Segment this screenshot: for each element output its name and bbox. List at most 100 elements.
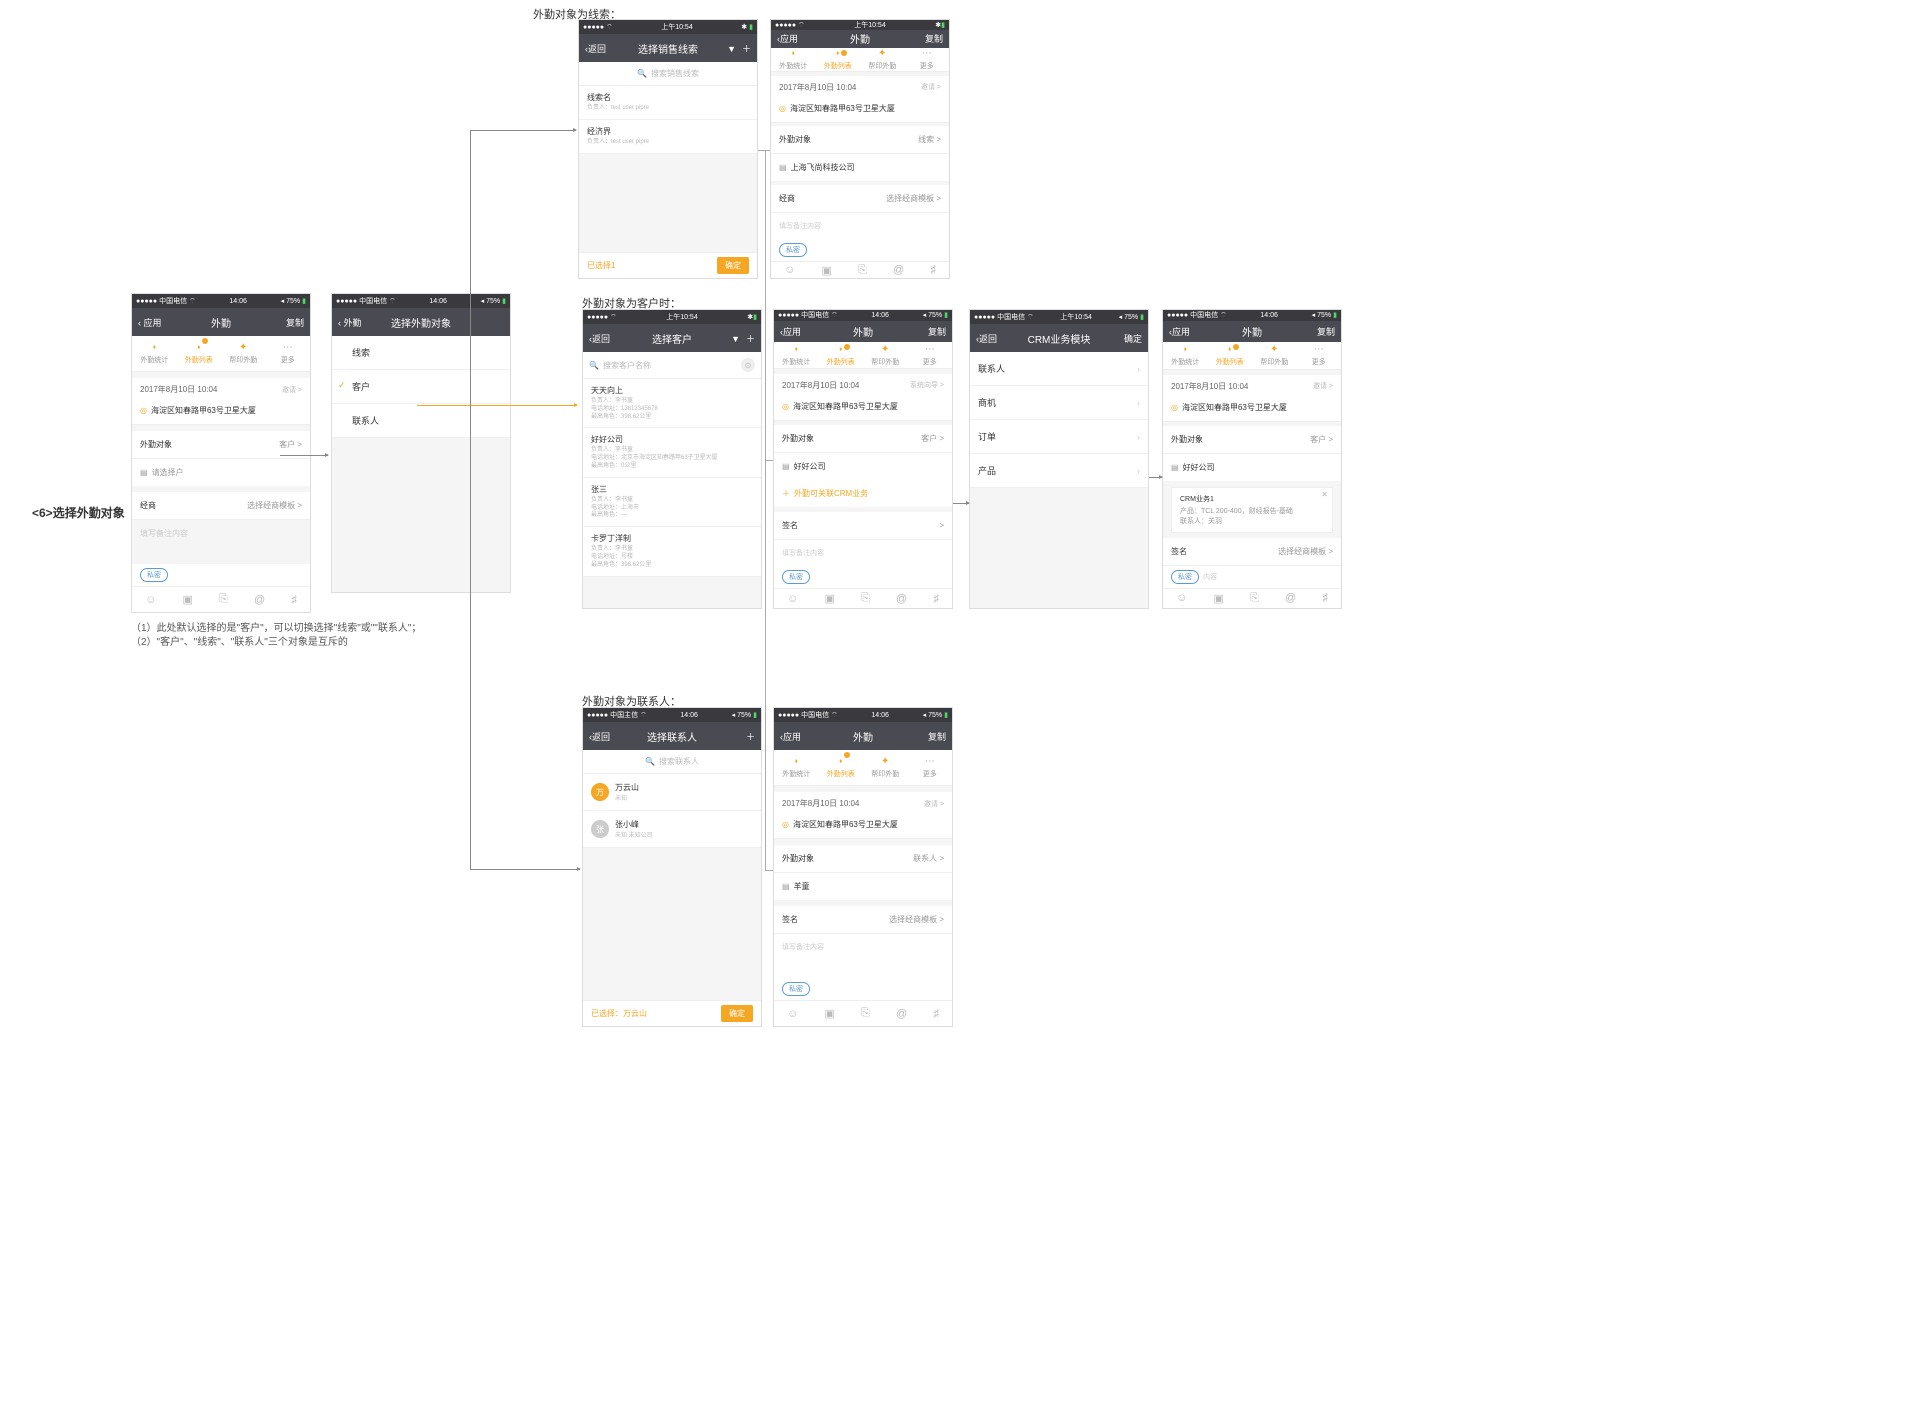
copy-button[interactable]: 复制 (1295, 325, 1335, 338)
remark-header[interactable]: 经商选择经商模板 > (132, 492, 310, 520)
tab-list[interactable]: ⬪外勤列表 (177, 336, 222, 371)
close-icon[interactable]: ✕ (1321, 490, 1328, 499)
option-contact[interactable]: 联系人 (332, 404, 510, 438)
selected-lead[interactable]: ▤上海飞尚科技公司 (771, 154, 949, 181)
back-button[interactable]: ‹返回 (589, 730, 629, 743)
phone-lead-selected: ●●●●● ⌔上午10:54✱▮ ‹应用外勤复制 ⬪外勤统计⬪外勤列表✦帮印外勤… (770, 19, 950, 279)
navbar: ‹ 外勤 选择外勤对象 (332, 308, 510, 336)
flow-arrow (470, 130, 576, 131)
image-icon[interactable]: ▣ (182, 593, 192, 606)
phone-contact-list: ●●●●●中国主信⌔14:06◂75%▮ ‹返回选择联系人＋ 🔍搜索联系人 万万… (582, 707, 762, 1027)
customer-item[interactable]: 张三负责人：李书童电话地址：上海市最高角色：— (583, 478, 761, 527)
phone-base: ●●●●●中国电信⌔ 14:06 ◂75%▮ ‹ 应用 外勤 复制 ⬪外勤统计 … (131, 293, 311, 613)
back-button[interactable]: ‹ 外勤 (338, 316, 378, 329)
crm-products[interactable]: 产品› (970, 454, 1148, 488)
private-pill[interactable]: 私密 (140, 568, 168, 582)
tab-more[interactable]: ⋯更多 (266, 336, 311, 371)
emoji-icon[interactable]: ☺ (145, 594, 156, 606)
back-button[interactable]: ‹返回 (585, 42, 625, 55)
connector (765, 460, 773, 461)
crm-contacts[interactable]: 联系人› (970, 352, 1148, 386)
at-icon[interactable]: @ (254, 594, 265, 606)
phone-customer-crm-filled: ●●●●●中国电信⌔14:06◂75%▮ ‹应用外勤复制 ⬪外勤统计⬪外勤列表✦… (1162, 309, 1342, 609)
object-body[interactable]: ▤请选择户 (132, 459, 310, 486)
connector (765, 150, 766, 870)
back-button[interactable]: ‹应用 (780, 730, 820, 743)
filter-icon[interactable]: ▼ (731, 334, 740, 344)
tab-stats[interactable]: ⬪外勤统计 (132, 336, 177, 371)
connector (470, 130, 471, 869)
flow-arrow (280, 455, 328, 456)
copy-button[interactable]: 复制 (264, 316, 304, 329)
navbar: ‹返回 选择销售线索 ▼＋ (579, 34, 757, 62)
add-icon[interactable]: ＋ (715, 730, 755, 743)
phone-contact-selected: ●●●●●中国电信⌔14:06◂75%▮ ‹应用外勤复制 ⬪外勤统计⬪外勤列表✦… (773, 707, 953, 1027)
phone-lead-list: ●●●●● ⌔上午10:54✱▮ ‹返回 选择销售线索 ▼＋ 🔍搜索销售线索 线… (578, 19, 758, 279)
copy-button[interactable]: 复制 (903, 32, 943, 45)
location-icon: ◎ (140, 406, 147, 415)
bottom-bar: ☺ ▣ ⎘ @ ♯ (132, 586, 310, 612)
voice-icon[interactable]: ⊙ (741, 358, 755, 372)
back-button[interactable]: ‹应用 (777, 32, 817, 45)
object-header[interactable]: 外勤对象客户 > (774, 425, 952, 453)
status-bar: ●●●●●中国电信⌔ 14:06 ◂75%▮ (332, 294, 510, 308)
phone-crm-modules: ●●●●●中国电信⌔上午10:54◂75%▮ ‹返回CRM业务模块确定 联系人›… (969, 309, 1149, 609)
object-header[interactable]: 外勤对象线索 > (771, 126, 949, 154)
back-button[interactable]: ‹应用 (780, 325, 820, 338)
footer-bar: 已选择：万云山确定 (583, 1000, 761, 1026)
confirm-button[interactable]: 确定 (717, 257, 749, 274)
copy-button[interactable]: 复制 (906, 325, 946, 338)
connector (765, 870, 773, 871)
avatar: 张 (591, 820, 609, 838)
confirm-button[interactable]: 确定 (721, 1005, 753, 1022)
datetime-row: 2017年8月10日 10:04邀请 > (132, 378, 310, 401)
search-icon: 🔍 (645, 757, 655, 766)
hash-icon[interactable]: ♯ (291, 594, 297, 606)
plus-icon: ＋ (782, 488, 790, 499)
footer-bar: 已选择1确定 (579, 252, 757, 278)
phone-customer-selected: ●●●●●中国电信⌔14:06◂75%▮ ‹应用外勤复制 ⬪外勤统计⬪外勤列表✦… (773, 309, 953, 609)
selected-customer[interactable]: ▤好好公司 (774, 453, 952, 480)
search-bar[interactable]: 🔍搜索客户名称⊙ (583, 352, 761, 379)
navbar: ‹ 应用 外勤 复制 (132, 308, 310, 336)
add-icon[interactable]: ＋ (742, 44, 751, 54)
back-button[interactable]: ‹ 应用 (138, 316, 178, 329)
crm-card[interactable]: ✕ CRM业务1 产品：TCL 200-400，财经报告-基础 联系人：关羽 (1171, 487, 1333, 533)
flow-arrow (953, 503, 969, 504)
flow-arrow (470, 869, 580, 870)
add-icon[interactable]: ＋ (746, 334, 755, 344)
check-icon: ✓ (338, 380, 346, 391)
lead-item[interactable]: 线索名负责人：test user pipre (579, 86, 757, 120)
filter-icon[interactable]: ▼ (727, 44, 736, 54)
option-customer[interactable]: ✓客户 (332, 370, 510, 404)
option-lead[interactable]: 线索 (332, 336, 510, 370)
phone-select-type: ●●●●●中国电信⌔ 14:06 ◂75%▮ ‹ 外勤 选择外勤对象 线索 ✓客… (331, 293, 511, 593)
crm-orders[interactable]: 订单› (970, 420, 1148, 454)
back-button[interactable]: ‹返回 (589, 332, 629, 345)
add-crm-link[interactable]: ＋外勤可关联CRM业务 (774, 480, 952, 507)
customer-item[interactable]: 天天向上负责人：李书童电话地址：13812345678最高角色：398.62公里 (583, 379, 761, 428)
section-title: <6>选择外勤对象 (32, 504, 125, 521)
phone-customer-list: ●●●●● ⌔上午10:54✱▮ ‹返回选择客户▼＋ 🔍搜索客户名称⊙ 天天向上… (582, 309, 762, 609)
contact-item[interactable]: 张张小峰未知 未知公司 (583, 811, 761, 848)
wifi-icon: ⌔ (189, 297, 196, 306)
attach-icon[interactable]: ⎘ (219, 593, 228, 606)
customer-item[interactable]: 好好公司负责人：李书童电话地址：北京市海淀区知春路甲63子卫星大厦最高角色：0公… (583, 428, 761, 477)
search-bar[interactable]: 🔍搜索联系人 (583, 750, 761, 774)
search-icon: 🔍 (637, 69, 647, 78)
tab-help[interactable]: ✦帮印外勤 (221, 336, 266, 371)
back-button[interactable]: ‹返回 (976, 332, 1016, 345)
address-row[interactable]: ◎海淀区知春路甲63号卫星大厦 (132, 401, 310, 425)
notes: （1）此处默认选择的是"客户"，可以切换选择"线索"或""联系人"； （2）"客… (131, 622, 421, 650)
contact-item[interactable]: 万万云山未知 (583, 774, 761, 811)
tab-bar: ⬪外勤统计 ⬪外勤列表 ✦帮印外勤 ⋯更多 (132, 336, 310, 372)
done-button[interactable]: 确定 (1102, 332, 1142, 345)
customer-item[interactable]: 卡罗丁洋制负责人：李书童电话地址：号楼最高角色：398.62公里 (583, 527, 761, 576)
content-area[interactable]: 填写备注内容 (132, 520, 310, 564)
crm-opportunity[interactable]: 商机› (970, 386, 1148, 420)
flow-arrow (417, 405, 577, 406)
search-bar[interactable]: 🔍搜索销售线索 (579, 62, 757, 86)
copy-button[interactable]: 复制 (906, 730, 946, 743)
lead-item[interactable]: 经济界负责人：test user pipre (579, 120, 757, 154)
back-button[interactable]: ‹应用 (1169, 325, 1209, 338)
